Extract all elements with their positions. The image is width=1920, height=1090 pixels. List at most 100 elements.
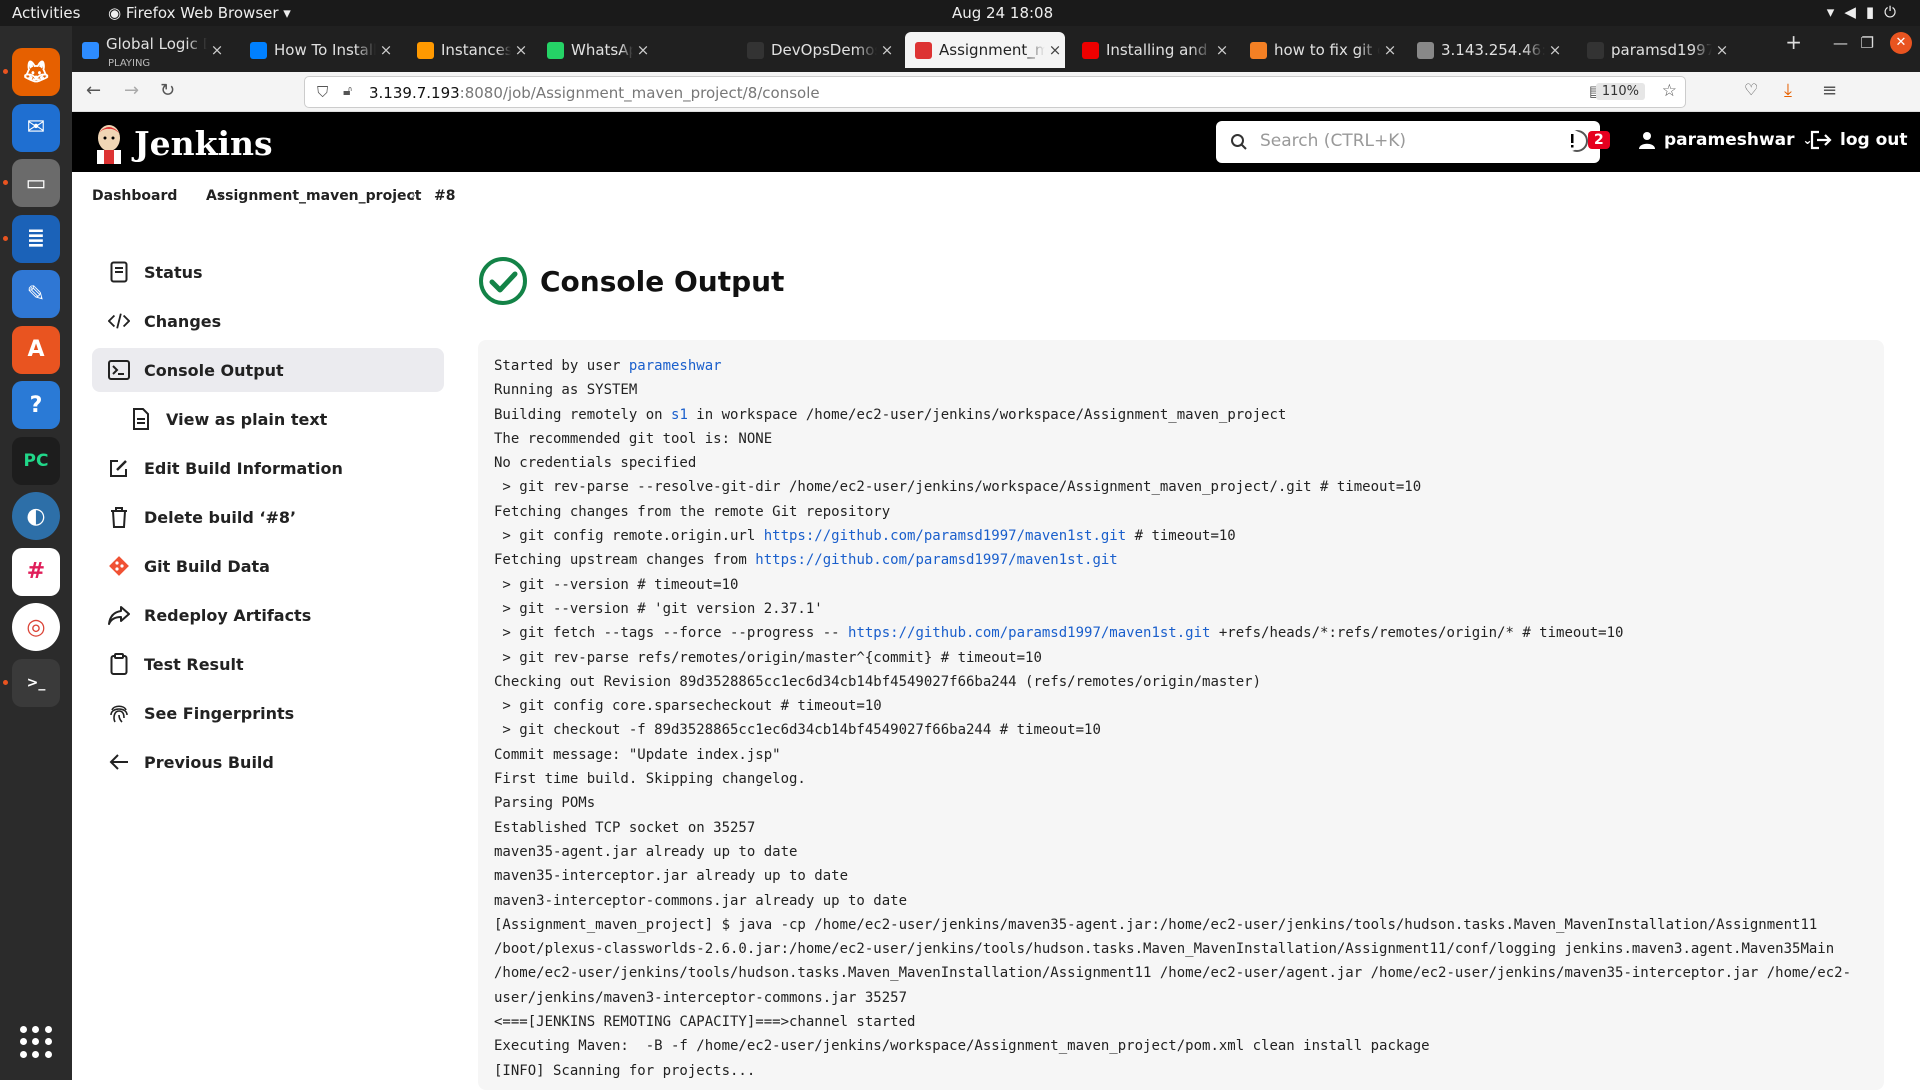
sidebar-item-redeploy-artifacts[interactable]: Redeploy Artifacts (92, 593, 444, 637)
logout-button[interactable]: log out (1810, 130, 1908, 150)
forward-button[interactable]: → (124, 80, 139, 101)
sidebar-item-view-as-plain-text[interactable]: View as plain text (92, 397, 444, 441)
sidebar-item-git-build-data[interactable]: Git Build Data (92, 544, 444, 588)
tab-close-icon[interactable]: × (1712, 41, 1732, 59)
new-tab-button[interactable]: + (1785, 30, 1802, 54)
console-link[interactable]: https://github.com/paramsd1997/maven1st.… (848, 625, 1210, 641)
help-icon[interactable]: ? (12, 381, 60, 429)
tab-close-icon[interactable]: × (1045, 41, 1065, 59)
console-link[interactable]: s1 (671, 407, 688, 423)
console-text-segment: First time build. Skipping changelog. (494, 771, 806, 788)
breadcrumb-project[interactable]: Assignment_maven_project (206, 188, 421, 204)
tab-close-icon[interactable]: × (207, 41, 227, 59)
terminal-icon (108, 360, 130, 380)
browser-tab[interactable]: How To Install Je× (240, 32, 396, 68)
browser-tab[interactable]: Instances | EC2 M× (407, 32, 531, 68)
console-link[interactable]: https://github.com/paramsd1997/maven1st.… (764, 528, 1126, 544)
wifi-icon: ▾ (1826, 3, 1845, 21)
sidebar-item-label: Console Output (144, 360, 284, 380)
text-editor-icon[interactable]: ✎ (12, 270, 60, 318)
files-icon[interactable]: ▭ (12, 159, 60, 207)
console-link[interactable]: https://github.com/paramsd1997/maven1st.… (755, 552, 1117, 568)
browser-tab[interactable]: how to fix git clo× (1240, 32, 1400, 68)
console-text-segment: <===[JENKINS REMOTING CAPACITY]===>chann… (494, 1014, 916, 1031)
insecure-lock-icon[interactable]: 🔓︎ (343, 83, 352, 99)
sidebar-item-changes[interactable]: Changes (92, 299, 444, 343)
terminal-icon[interactable]: >_ (12, 658, 60, 707)
tab-close-icon[interactable]: × (877, 41, 897, 59)
downloads-icon[interactable]: ⤓ (1784, 80, 1792, 101)
power-icon: ⏻ (1884, 3, 1906, 21)
console-text-segment: > git --version # 'git version 2.37.1' (494, 600, 823, 617)
pycharm-icon[interactable]: PC (12, 436, 60, 485)
app-menu[interactable]: ◉ Firefox Web Browser ▾ (108, 4, 291, 22)
reload-button[interactable]: ↻ (160, 80, 175, 101)
sidebar-item-delete-build-8[interactable]: Delete build ‘#8’ (92, 495, 444, 539)
breadcrumb-build[interactable]: #8 (434, 188, 455, 204)
browser-tab[interactable]: Installing and usi× (1072, 32, 1232, 68)
browser-tab[interactable]: 3.143.254.46:8090/× (1407, 32, 1565, 68)
activities-button[interactable]: Activities (12, 4, 80, 22)
close-window-button[interactable]: ✕ (1890, 32, 1912, 54)
sidebar-item-label: Edit Build Information (144, 458, 343, 478)
battery-icon: ▮ (1865, 3, 1885, 21)
firefox-icon[interactable]: 🦊︎ (12, 48, 60, 96)
slack-icon[interactable]: # (12, 547, 60, 596)
console-text: Started by user parameshwar Running as S… (494, 354, 1868, 1083)
zoom-level[interactable]: 110% (1595, 83, 1645, 100)
tab-favicon-icon (747, 41, 764, 59)
sidebar-item-edit-build-information[interactable]: Edit Build Information (92, 446, 444, 490)
security-warning-button[interactable]: 2 (1562, 128, 1610, 152)
success-check-icon (479, 257, 527, 305)
search-input[interactable] (1260, 131, 1540, 151)
clock[interactable]: Aug 24 18:08 (952, 4, 1053, 22)
console-link[interactable]: parameshwar (629, 358, 722, 374)
console-text-segment: > git --version # timeout=10 (494, 576, 739, 593)
console-text-segment: > git config core.sparsecheckout # timeo… (494, 698, 882, 715)
software-center-icon[interactable]: A (12, 325, 60, 374)
browser-tab[interactable]: Assignment_ma× (905, 32, 1065, 68)
writer-icon[interactable]: ≣ (12, 214, 60, 263)
volume-icon: ◀ (1844, 3, 1866, 21)
menu-icon[interactable]: ≡ (1822, 80, 1837, 101)
browser-tab[interactable]: DevOpsDemos/Ma× (737, 32, 897, 68)
tab-close-icon[interactable]: × (511, 41, 531, 59)
browser-tab[interactable]: paramsd1997/m× (1577, 32, 1732, 68)
user-menu[interactable]: parameshwar ⌄ (1638, 130, 1813, 150)
status-icon (108, 261, 130, 283)
url-bar[interactable]: ⛉ 🔓︎ 3.139.7.193:8080/job/Assignment_mav… (304, 76, 1686, 108)
restore-button[interactable]: ❐ (1861, 34, 1874, 52)
tab-close-icon[interactable]: × (1545, 41, 1565, 59)
sidebar-item-previous-build[interactable]: Previous Build (92, 740, 444, 784)
tab-close-icon[interactable]: × (1380, 41, 1400, 59)
system-tray[interactable]: ▾◀▮⏻ (1827, 3, 1906, 21)
thunderbird-icon[interactable]: ✉ (12, 103, 60, 152)
tab-title: WhatsApp (571, 41, 633, 59)
show-applications-icon[interactable] (20, 1026, 52, 1058)
console-text-segment: Established TCP socket on 35257 (494, 819, 756, 836)
shield-icon[interactable]: ⛉ (317, 83, 328, 101)
url-text[interactable]: 3.139.7.193:8080/job/Assignment_maven_pr… (369, 84, 820, 102)
browser-tab[interactable]: Global Logic Dev× PLAYING (72, 32, 227, 69)
sidebar-item-label: Redeploy Artifacts (144, 605, 312, 625)
console-text-segment: Parsing POMs (494, 795, 596, 812)
network-icon[interactable]: ◐ (12, 492, 60, 540)
tab-close-icon[interactable]: × (1212, 41, 1232, 59)
back-button[interactable]: ← (86, 80, 101, 101)
pocket-icon[interactable]: ♡ (1744, 80, 1758, 99)
sidebar-item-console-output[interactable]: Console Output (92, 348, 444, 392)
chrome-icon[interactable]: ◎ (12, 603, 60, 651)
search-box[interactable]: ? (1216, 121, 1600, 163)
jenkins-logo[interactable]: Jenkins (92, 122, 273, 164)
bookmark-star-icon[interactable]: ☆ (1662, 81, 1677, 101)
sidebar-item-status[interactable]: Status (92, 250, 444, 294)
sidebar-item-see-fingerprints[interactable]: See Fingerprints (92, 691, 444, 735)
console-text-segment: Executing Maven: -B -f /home/ec2-user/je… (494, 1038, 1430, 1055)
tab-close-icon[interactable]: × (376, 41, 396, 59)
breadcrumb-dashboard[interactable]: Dashboard (92, 188, 177, 204)
sidebar-item-test-result[interactable]: Test Result (92, 642, 444, 686)
minimize-button[interactable]: — (1833, 34, 1848, 52)
tab-close-icon[interactable]: × (633, 41, 653, 59)
tab-title: Installing and usi (1106, 41, 1212, 59)
browser-tab[interactable]: WhatsApp× (537, 32, 653, 68)
